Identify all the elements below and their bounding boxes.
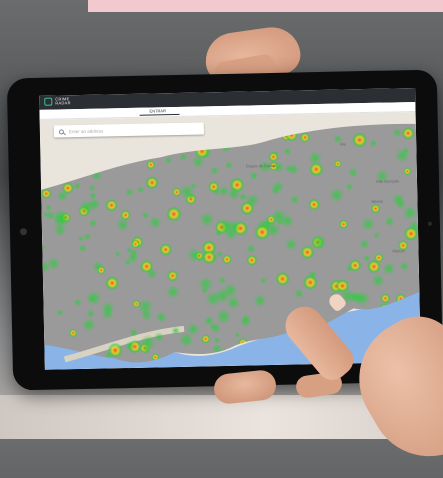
town-label: Maricá xyxy=(392,248,405,253)
background-pink-band xyxy=(88,0,443,12)
heatmap-map[interactable]: Rio Duque de Caxias Niterói São Gonçalo … xyxy=(39,111,421,370)
search-icon xyxy=(58,128,64,134)
app-logo[interactable]: CRIME RADAR xyxy=(44,96,79,106)
logo-icon xyxy=(44,97,53,106)
search-input[interactable]: Enter an address xyxy=(69,128,103,134)
tablet-screen: CRIME RADAR ENTRAR Rio Duque de Caxias N… xyxy=(39,87,421,370)
map-canvas[interactable]: Rio Duque de Caxias Niterói São Gonçalo … xyxy=(39,111,421,370)
home-button[interactable] xyxy=(19,228,28,236)
camera-icon xyxy=(427,221,432,226)
logo-text: CRIME RADAR xyxy=(55,96,71,106)
town-label: São Gonçalo xyxy=(376,178,400,183)
tab-entrar[interactable]: ENTRAR xyxy=(149,108,166,113)
town-label: Rio xyxy=(340,141,347,146)
town-label: Niterói xyxy=(371,199,383,204)
town-label: Duque de Caxias xyxy=(246,163,277,169)
tab-active-indicator xyxy=(139,113,180,116)
